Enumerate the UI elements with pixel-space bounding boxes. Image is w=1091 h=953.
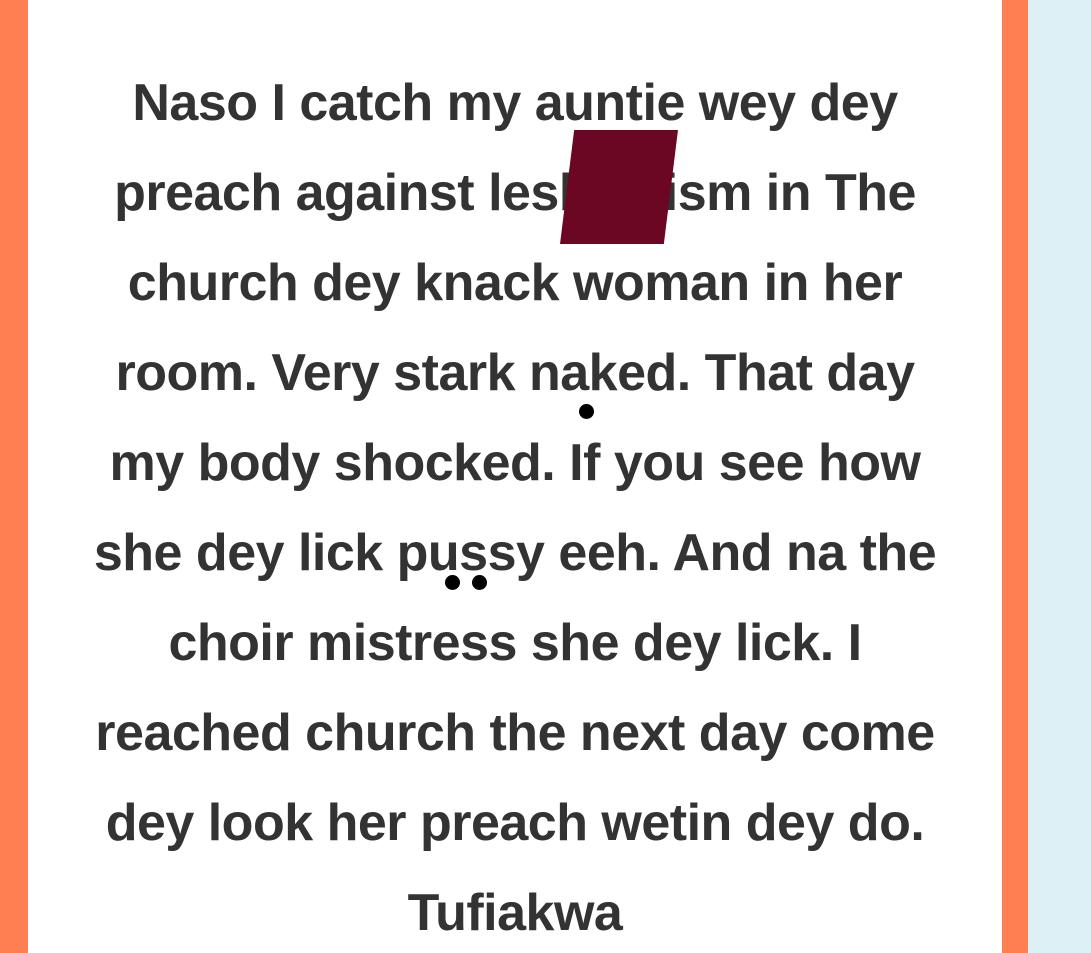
post-line-9: dey look her preach wetin dey do. <box>105 794 925 852</box>
censor-block <box>560 130 678 244</box>
post-line-8: reached church the next day come <box>95 704 935 762</box>
post-line-10: Tufiakwa <box>407 884 623 942</box>
post-text: Naso I catch my auntie wey dey preach ag… <box>28 58 1002 953</box>
post-line-2: preach against lesbianism in The <box>114 164 916 222</box>
left-frame-border <box>0 0 28 953</box>
censor-dot <box>445 575 460 590</box>
post-line-3: church dey knack woman in her <box>127 254 903 312</box>
right-frame-border <box>1002 0 1028 953</box>
post-line-6: she dey lick pussy eeh. And na the <box>93 524 937 582</box>
censor-dot <box>579 404 594 419</box>
post-line-4: room. Very stark naked. That day <box>115 344 916 402</box>
post-line-5: my body shocked. If you see how <box>109 434 921 492</box>
post-line-1: Naso I catch my auntie wey dey <box>132 74 898 132</box>
post-line-7: choir mistress she dey lick. I <box>168 614 862 672</box>
screen: Naso I catch my auntie wey dey preach ag… <box>0 0 1091 953</box>
post-card: Naso I catch my auntie wey dey preach ag… <box>28 0 1002 953</box>
censor-dot <box>472 575 487 590</box>
